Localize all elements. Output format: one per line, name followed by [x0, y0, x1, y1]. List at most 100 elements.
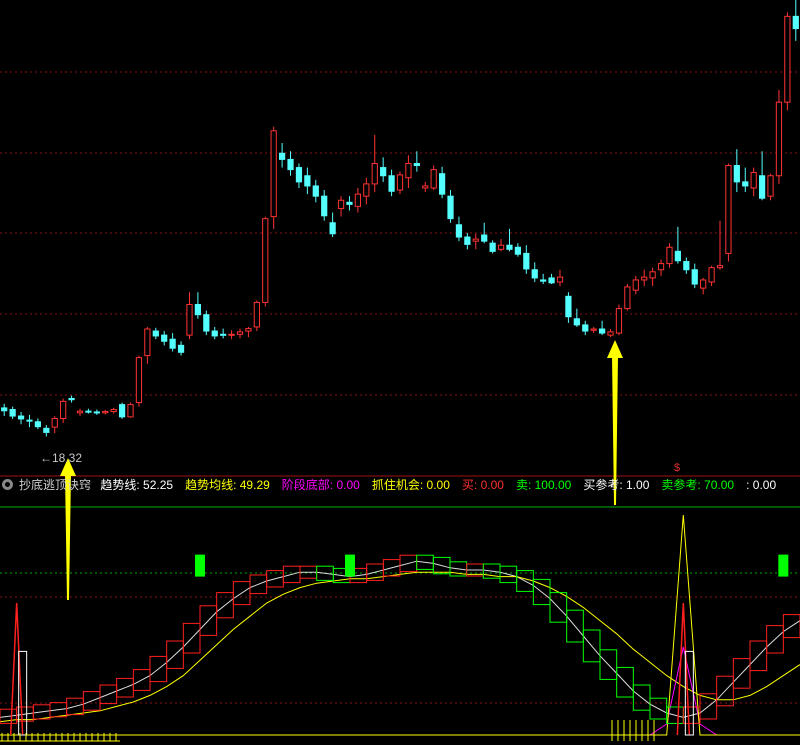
candle — [228, 330, 235, 340]
candle — [598, 320, 606, 336]
candle — [405, 155, 412, 188]
signal-arrows — [60, 340, 623, 600]
candle — [742, 167, 749, 193]
candle-body — [329, 222, 336, 235]
candle-body — [34, 421, 42, 428]
indicator-item-value: 49.29 — [236, 478, 270, 492]
candle — [60, 398, 67, 423]
sell-marker — [345, 554, 355, 577]
indicator-item: 阶段底部: 0.00 — [282, 478, 360, 492]
candle-body — [430, 169, 437, 189]
candle — [380, 157, 387, 182]
candle — [17, 411, 25, 425]
indicator-item: 买: 0.00 — [462, 478, 504, 492]
candle-body — [641, 276, 648, 281]
indicator-line — [0, 571, 800, 723]
indicator-header: 抄底逃顶诀窍 趋势线: 52.25 趋势均线: 49.29 阶段底部: 0.00 抓住… — [0, 476, 800, 494]
candle-body — [691, 269, 698, 285]
candle — [43, 425, 50, 437]
indicator-item-label: 抓住机会: — [371, 478, 424, 492]
candle — [76, 408, 84, 417]
candle — [792, 0, 799, 41]
candle — [531, 262, 538, 282]
candle — [278, 143, 286, 168]
indicator-line — [0, 514, 800, 736]
candle — [758, 151, 766, 201]
candle — [438, 166, 446, 199]
candle-body — [573, 318, 580, 326]
candle — [118, 402, 126, 419]
indicator-item-value: 0.00 — [423, 478, 450, 492]
candlestick-series — [1, 0, 799, 437]
candle-body — [396, 174, 404, 191]
candle — [775, 89, 783, 184]
indicator-item-value: 100.00 — [531, 478, 572, 492]
candle — [329, 212, 336, 238]
indicator-name[interactable]: 抄底逃顶诀窍 — [19, 478, 91, 492]
candle — [430, 165, 437, 191]
candle — [236, 328, 244, 339]
candle — [34, 418, 42, 430]
indicator-item: 趋势线: 52.25 — [100, 478, 173, 492]
price-gridlines — [0, 71, 800, 704]
candle-body — [144, 328, 151, 357]
candle-body — [683, 261, 690, 271]
candle-body — [598, 328, 606, 334]
candle — [413, 151, 420, 172]
candle — [750, 167, 757, 197]
candle-body — [716, 265, 724, 269]
indicator-item-value: 1.00 — [622, 478, 650, 492]
candle-body — [118, 404, 126, 418]
candle — [556, 269, 564, 287]
candle-body — [295, 167, 303, 183]
candle-body — [1, 407, 8, 412]
candle — [371, 134, 378, 193]
candle — [354, 188, 362, 213]
stock-chart[interactable] — [0, 0, 800, 745]
candle-body — [245, 328, 252, 332]
candle-body — [523, 252, 530, 270]
candle-body — [110, 409, 117, 413]
candle-body — [750, 171, 757, 189]
candle — [607, 329, 614, 338]
candle-body — [481, 234, 488, 242]
candle-body — [321, 195, 328, 217]
indicator-item-label: 买: — [461, 478, 478, 492]
candle — [110, 407, 117, 414]
candle-body — [253, 301, 260, 328]
candle — [590, 326, 597, 334]
candle-body — [447, 195, 454, 220]
candle-body — [93, 411, 100, 414]
candle — [700, 277, 707, 295]
candle-body — [102, 411, 109, 414]
candle-body — [666, 246, 673, 265]
candle-body — [556, 276, 564, 283]
candle-body — [169, 338, 176, 349]
candle-body — [127, 404, 134, 418]
candle — [253, 300, 260, 332]
candle — [716, 220, 724, 270]
candle — [1, 403, 8, 417]
candle-body — [784, 15, 791, 103]
candle — [135, 355, 143, 407]
candle-body — [792, 15, 799, 30]
candle-body — [203, 314, 210, 332]
candle-body — [464, 236, 471, 245]
candle — [624, 284, 631, 311]
candle-body — [68, 397, 75, 401]
candle-body — [211, 330, 218, 337]
candle — [691, 263, 698, 289]
candle-body — [607, 331, 614, 336]
candle — [312, 179, 319, 203]
indicator-line — [0, 560, 800, 718]
candle-body — [548, 277, 555, 284]
candle — [523, 245, 530, 274]
indicator-settings-icon[interactable] — [2, 479, 13, 490]
indicator-item: 趋势均线: 49.29 — [185, 478, 270, 492]
candle-body — [388, 175, 395, 192]
indicator-item-label: 阶段底部: — [281, 478, 334, 492]
candle — [203, 310, 210, 336]
candle — [641, 269, 648, 287]
low-price-label: ←18.32 — [40, 451, 83, 465]
candle — [220, 328, 227, 339]
